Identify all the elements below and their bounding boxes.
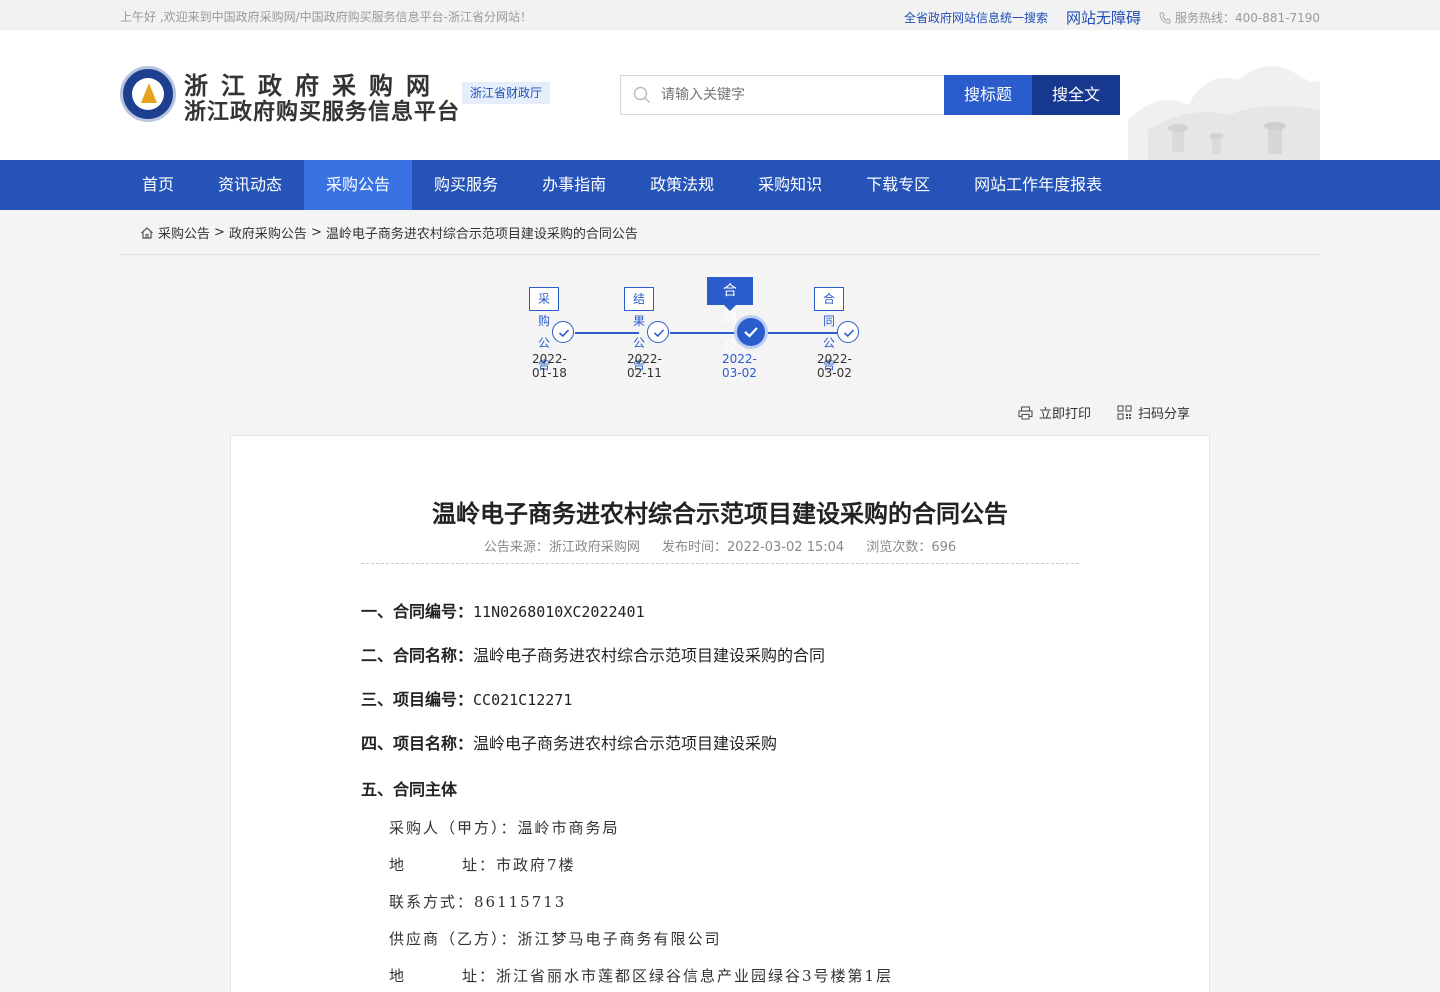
timeline-date-3: 2022-03-02 (722, 352, 757, 380)
nav-item-guide[interactable]: 办事指南 (520, 160, 628, 210)
breadcrumb-current: 温岭电子商务进农村综合示范项目建设采购的合同公告 (325, 227, 638, 242)
project-name-label: 四、项目名称： (361, 734, 474, 753)
site-logo-emblem[interactable] (120, 66, 176, 122)
timeline-node-2[interactable] (647, 321, 669, 343)
search-fulltext-button[interactable]: 搜全文 (1032, 75, 1120, 115)
nav-item-procurement[interactable]: 采购公告 (304, 160, 413, 210)
article-card: 温岭电子商务进农村综合示范项目建设采购的合同公告 公告来源：浙江政府采购网 发布… (230, 435, 1210, 992)
timeline-date-2: 2022-02-11 (627, 352, 662, 380)
timeline-tag-contract[interactable]: 合同公告 (814, 287, 845, 372)
check-icon (744, 327, 758, 338)
print-label: 立即打印 (1039, 407, 1092, 422)
nav-item-annual-report[interactable]: 网站工作年度报表 (952, 160, 1124, 210)
buyer-address-label: 地 (389, 856, 407, 874)
project-name-value: 温岭电子商务进农村综合示范项目建设采购 (473, 734, 778, 753)
nav-item-services[interactable]: 购买服务 (412, 160, 520, 210)
search-input[interactable] (661, 76, 941, 114)
logo-sail-icon (141, 83, 157, 103)
contract-number-row: 一、合同编号：11N0268010XC2022401 (361, 598, 645, 622)
timeline-connector (670, 332, 736, 334)
buyer-address-line: 地 址：市政府7楼 (389, 854, 576, 875)
timeline-node-4[interactable] (837, 321, 859, 343)
nav-item-policy[interactable]: 政策法规 (628, 160, 736, 210)
project-name-row: 四、项目名称：温岭电子商务进农村综合示范项目建设采购 (361, 730, 777, 754)
project-number-label: 三、项目编号： (361, 690, 474, 709)
timeline-tag-procurement[interactable]: 采购公告 (529, 287, 560, 372)
qrcode-icon (1117, 405, 1132, 420)
dept-badge: 浙江省财政厅 (462, 82, 551, 104)
breadcrumb-procurement[interactable]: 采购公告 (158, 223, 210, 242)
home-icon[interactable] (140, 226, 154, 240)
hotline-text: 服务热线：400-881-7190 (1174, 11, 1320, 25)
share-label: 扫码分享 (1138, 407, 1191, 422)
timeline-date-4: 2022-03-02 (817, 352, 852, 380)
article-meta: 公告来源：浙江政府采购网 发布时间：2022-03-02 15:04 浏览次数：… (231, 536, 1209, 555)
check-icon (558, 329, 570, 338)
unified-search-link[interactable]: 全省政府网站信息统一搜索 (904, 9, 1048, 26)
buyer-address-value: 址：市政府7楼 (462, 856, 576, 874)
main-nav: 首页 资讯动态 采购公告 购买服务 办事指南 政策法规 采购知识 下载专区 网站… (0, 160, 1440, 210)
article-views: 浏览次数：696 (866, 540, 957, 555)
timeline-tag-contract-current[interactable]: 合同公告 (707, 277, 753, 383)
breadcrumb-separator: > (310, 225, 322, 240)
contract-number-label: 一、合同编号： (361, 602, 474, 621)
project-number-value: CC021C12271 (473, 691, 573, 709)
breadcrumb-divider (120, 254, 1320, 255)
timeline-connector (766, 332, 837, 334)
top-bar: 上午好 ,欢迎来到中国政府采购网/中国政府购买服务信息平台-浙江省分网站！ 全省… (0, 0, 1440, 30)
article-source: 公告来源：浙江政府采购网 (483, 540, 640, 555)
nav-item-news[interactable]: 资讯动态 (196, 160, 304, 210)
article-publish-time: 发布时间：2022-03-02 15:04 (662, 540, 845, 555)
nav-item-knowledge[interactable]: 采购知识 (736, 160, 844, 210)
landscape-decoration-icon (1128, 66, 1320, 160)
phone-icon (1159, 12, 1171, 24)
share-button[interactable]: 扫码分享 (1117, 403, 1190, 422)
check-icon (843, 329, 855, 338)
check-icon (653, 329, 665, 338)
top-bar-links: 全省政府网站信息统一搜索 网站无障碍 服务热线：400-881-7190 (904, 7, 1320, 28)
greeting-text: 上午好 ,欢迎来到中国政府采购网/中国政府购买服务信息平台-浙江省分网站！ (120, 10, 533, 24)
accessibility-link[interactable]: 网站无障碍 (1066, 7, 1141, 28)
contract-number-value: 11N0268010XC2022401 (473, 603, 645, 621)
breadcrumb: 采购公告 > 政府采购公告 > 温岭电子商务进农村综合示范项目建设采购的合同公告 (140, 223, 638, 242)
search-box (620, 75, 944, 115)
nav-item-home[interactable]: 首页 (120, 160, 196, 210)
nav-item-downloads[interactable]: 下载专区 (844, 160, 952, 210)
timeline-tag-result[interactable]: 结果公告 (624, 287, 655, 372)
breadcrumb-gov-procurement[interactable]: 政府采购公告 (229, 223, 307, 242)
supplier-address-value: 址：浙江省丽水市莲都区绿谷信息产业园绿谷3号楼第1层 (462, 967, 894, 985)
contract-name-value: 温岭电子商务进农村综合示范项目建设采购的合同 (473, 646, 826, 665)
print-button[interactable]: 立即打印 (1018, 403, 1091, 422)
timeline-connector (575, 332, 639, 334)
breadcrumb-separator: > (214, 225, 225, 240)
contract-parties-label: 五、合同主体 (361, 780, 458, 799)
article-title: 温岭电子商务进农村综合示范项目建设采购的合同公告 (432, 500, 1008, 528)
supplier-address-label: 地 (389, 967, 407, 985)
site-title-secondary[interactable]: 浙江政府购买服务信息平台 (184, 94, 460, 126)
site-header: 浙江政府采购网 浙江政府购买服务信息平台 浙江省财政厅 搜标题 搜全文 (0, 30, 1440, 160)
buyer-contact-line: 联系方式：86115713 (389, 893, 567, 911)
timeline-node-1[interactable] (552, 321, 574, 343)
contract-name-row: 二、合同名称：温岭电子商务进农村综合示范项目建设采购的合同 (361, 642, 825, 666)
timeline-node-3-current[interactable] (737, 318, 765, 346)
contract-name-label: 二、合同名称： (361, 646, 474, 665)
hotline: 服务热线：400-881-7190 (1159, 9, 1320, 26)
contract-parties-heading: 五、合同主体 (361, 776, 457, 800)
timeline-date-1: 2022-01-18 (532, 352, 567, 380)
project-number-row: 三、项目编号：CC021C12271 (361, 686, 572, 710)
supplier-line: 供应商（乙方）：浙江梦马电子商务有限公司 (389, 930, 722, 948)
printer-icon (1018, 405, 1033, 420)
buyer-line: 采购人（甲方）：温岭市商务局 (389, 819, 620, 837)
search-icon (633, 86, 650, 103)
supplier-address-line: 地 址：浙江省丽水市莲都区绿谷信息产业园绿谷3号楼第1层 (389, 965, 893, 986)
search-title-button[interactable]: 搜标题 (944, 75, 1032, 115)
article-divider (361, 563, 1079, 564)
